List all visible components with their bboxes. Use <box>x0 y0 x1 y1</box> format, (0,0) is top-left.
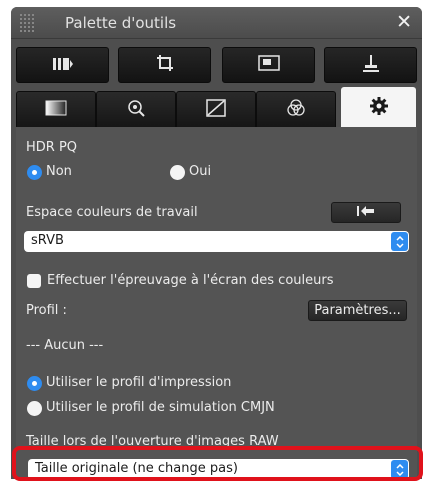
tool-tabs <box>16 87 417 128</box>
settings-panel: HDR PQ Non Oui Espace couleurs de travai… <box>16 127 417 479</box>
tone-curve-icon <box>206 98 226 121</box>
hdr-pq-label: HDR PQ <box>26 140 78 155</box>
highlight-frame <box>12 446 423 481</box>
tool-row-top <box>16 47 417 83</box>
tool-palette-window: Palette d'outils ✕ HDR PQ Non Oui Espace… <box>11 7 422 479</box>
print-profile-radio[interactable] <box>27 376 42 391</box>
settings-button[interactable]: Paramètres... <box>308 300 407 321</box>
workspace-value: sRVB <box>31 233 64 248</box>
tab-color[interactable] <box>256 91 336 127</box>
workspace-label: Espace couleurs de travail <box>26 205 198 220</box>
adjust-panel-icon <box>52 56 74 75</box>
profile-value: --- Aucun --- <box>26 338 104 353</box>
tool-adjust-button[interactable] <box>16 47 109 83</box>
tool-crop-button[interactable] <box>118 47 211 83</box>
level-adjust-icon <box>362 54 380 76</box>
workspace-reset-button[interactable] <box>331 202 401 223</box>
proofing-checkbox[interactable] <box>27 274 41 288</box>
hdr-non-radio[interactable] <box>27 165 42 180</box>
hdr-oui-label[interactable]: Oui <box>189 164 211 179</box>
tab-brightness[interactable] <box>16 91 96 127</box>
settings-gear-icon <box>369 96 389 120</box>
tool-stamp-button[interactable] <box>222 47 315 83</box>
hdr-oui-radio[interactable] <box>170 165 185 180</box>
image-stamp-icon <box>257 55 280 75</box>
window-title: Palette d'outils <box>65 14 177 32</box>
crop-icon <box>156 54 174 76</box>
title-bar[interactable]: Palette d'outils ✕ <box>11 7 422 39</box>
workspace-select[interactable]: sRVB <box>24 231 409 252</box>
print-profile-label[interactable]: Utiliser le profil d'impression <box>46 375 231 390</box>
profile-label: Profil : <box>26 303 67 318</box>
proofing-checkbox-label[interactable]: Effectuer l'épreuvage à l'écran des coul… <box>47 273 333 288</box>
tab-settings[interactable] <box>341 87 416 128</box>
drag-grip-icon[interactable] <box>19 13 35 33</box>
cmyk-profile-label[interactable]: Utiliser le profil de simulation CMJN <box>46 400 275 415</box>
hdr-non-label[interactable]: Non <box>46 164 72 179</box>
tool-level-button[interactable] <box>324 47 417 83</box>
tab-lens-correction[interactable] <box>96 91 176 127</box>
brightness-icon <box>45 100 67 120</box>
undo-arrow-icon <box>356 205 376 221</box>
dropdown-arrows-icon <box>391 232 408 251</box>
color-wheel-icon <box>286 98 306 122</box>
cmyk-profile-radio[interactable] <box>27 401 42 416</box>
lens-correction-icon <box>126 98 146 122</box>
close-button[interactable]: ✕ <box>396 11 412 33</box>
tab-tone-curve[interactable] <box>176 91 256 127</box>
